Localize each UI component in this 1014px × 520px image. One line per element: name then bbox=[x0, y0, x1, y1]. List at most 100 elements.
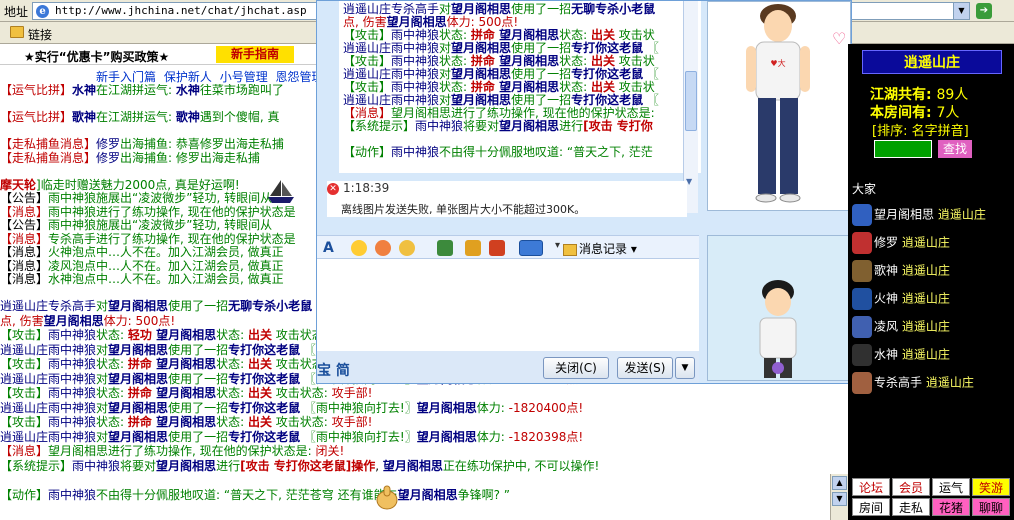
user-avatar-icon bbox=[852, 204, 872, 226]
nav-link[interactable]: 新手入门篇 bbox=[96, 70, 156, 84]
chat-segment: 雨中神狼 bbox=[415, 119, 464, 133]
chat-segment: 望月阁相思 bbox=[416, 400, 477, 415]
menu-item[interactable]: 走私 bbox=[892, 498, 930, 516]
chat-segment: 状态: bbox=[216, 386, 248, 400]
go-arrow-icon[interactable]: ➔ bbox=[976, 3, 992, 19]
chevron-down-icon[interactable]: ▼ bbox=[953, 3, 969, 19]
chat-segment: 雨中神狼 bbox=[391, 28, 440, 42]
user-avatar-icon bbox=[852, 344, 872, 366]
chat-segment: 对 bbox=[96, 400, 109, 415]
screenshot-icon[interactable] bbox=[519, 240, 543, 256]
chat-line: 摩天轮]临走时赠送魅力2000点, 真是好运啊! bbox=[0, 177, 240, 192]
chat-segment: 对 bbox=[439, 41, 452, 55]
user-list-item[interactable]: 凌风 逍遥山庄 bbox=[852, 316, 950, 338]
nav-link[interactable]: 小号管理 bbox=[220, 70, 268, 84]
scroll-thumb[interactable] bbox=[685, 71, 697, 131]
chat-segment: 使用了一招 bbox=[511, 41, 572, 55]
send-button[interactable]: 发送(S) bbox=[617, 357, 673, 379]
chat-line: 【消息】雨中神狼进行了练功操作, 现在他的保护状态是 bbox=[0, 205, 296, 219]
user-location: 逍遥山庄 bbox=[901, 347, 950, 362]
user-list-item[interactable]: 专杀高手 逍遥山庄 bbox=[852, 372, 974, 394]
address-url[interactable]: http://www.jhchina.net/chat/jhchat.asp bbox=[55, 4, 307, 17]
chat-line: 【消息】水神泡点中…人不在。加入江湖会员, 做真正 bbox=[0, 273, 284, 286]
user-avatar-icon bbox=[852, 372, 872, 394]
chevron-down-icon[interactable]: ▾ bbox=[555, 240, 561, 256]
chat-segment: 〖雨中神狼向打去!〗 bbox=[300, 429, 417, 444]
chat-segment: 状态: bbox=[559, 54, 591, 68]
gift-icon[interactable] bbox=[489, 240, 505, 256]
menu-item[interactable]: 房间 bbox=[852, 498, 890, 516]
chat-segment: 【动作】 bbox=[343, 145, 392, 159]
chat-segment: 【动作】 bbox=[0, 487, 49, 502]
chat-segment: 攻击状 bbox=[614, 54, 655, 68]
message-input[interactable] bbox=[317, 259, 699, 351]
user-avatar-icon bbox=[852, 316, 872, 338]
user-list-item[interactable]: 望月阁相思 逍遥山庄 bbox=[852, 204, 986, 226]
emoticon-icon[interactable] bbox=[375, 240, 391, 256]
page-scrollbar[interactable]: ▲ ▼ bbox=[830, 474, 848, 520]
menu-item[interactable]: 运气 bbox=[932, 478, 970, 496]
chat-segment: 【消息】 bbox=[343, 106, 392, 120]
message-history-button[interactable]: 消息记录 ▾ bbox=[563, 240, 637, 257]
user-name[interactable]: 专杀高手 bbox=[874, 376, 926, 390]
chat-segment: 火神泡点中…人不在。加入江湖会员, 做真正 bbox=[48, 245, 284, 259]
chat-segment: 望月阁相思 bbox=[151, 328, 217, 342]
user-name[interactable]: 火神 bbox=[874, 292, 902, 306]
qq-avatar-panel: ♥大 ♡ bbox=[707, 1, 853, 385]
chat-segment: 【公告】 bbox=[0, 191, 49, 205]
close-button[interactable]: 关闭(C) bbox=[543, 357, 609, 379]
sort-selector[interactable]: [排序: 名字拼音] bbox=[872, 120, 969, 139]
menu-item[interactable]: 会员 bbox=[892, 478, 930, 496]
user-list-item[interactable]: 火神 逍遥山庄 bbox=[852, 288, 950, 310]
music-icon[interactable] bbox=[465, 240, 481, 256]
send-options-icon[interactable]: ▼ bbox=[675, 357, 695, 379]
find-button[interactable]: 查找 bbox=[938, 140, 972, 158]
chat-segment: 点, 伤害 bbox=[343, 15, 387, 29]
image-icon[interactable] bbox=[437, 240, 453, 256]
links-label[interactable]: 链接 bbox=[28, 26, 52, 43]
chat-segment: 逍遥山庄 bbox=[0, 371, 49, 386]
chat-segment: 闭关! bbox=[315, 444, 345, 458]
address-label: 地址 bbox=[4, 5, 29, 19]
user-name[interactable]: 歌神 bbox=[874, 264, 902, 278]
chat-segment: 将要对 bbox=[120, 458, 157, 473]
everyone-label[interactable]: 大家 bbox=[852, 180, 876, 197]
search-input[interactable] bbox=[874, 140, 932, 158]
user-avatar-icon bbox=[852, 232, 872, 254]
scroll-up-icon[interactable]: ▲ bbox=[832, 476, 847, 490]
chat-line: 逍遥山庄雨中神狼对望月阁相思使用了一招专打你这老鼠 〖雨中神狼向打去!〗望月阁相… bbox=[0, 429, 583, 444]
user-list-item[interactable]: 歌神 逍遥山庄 bbox=[852, 260, 950, 282]
menu-item[interactable]: 聊聊 bbox=[972, 498, 1010, 516]
menu-item[interactable]: 笑游 bbox=[972, 478, 1010, 496]
chat-segment: 【走私捕鱼消息】 bbox=[0, 137, 97, 151]
chat-segment: 出关 bbox=[590, 80, 615, 94]
user-location: 逍遥山庄 bbox=[937, 207, 986, 222]
chat-line: 【公告】雨中神狼施展出“凌波微步”轻功, 转眼间从 bbox=[0, 219, 272, 232]
nav-link[interactable]: 保护新人 bbox=[164, 70, 212, 84]
menu-item[interactable]: 论坛 bbox=[852, 478, 890, 496]
chat-segment: 望月阁相思 bbox=[43, 313, 104, 328]
chat-line: 【攻击】雨中神狼状态: 拼命 望月阁相思状态: 出关 攻击状态: 攻手部! bbox=[0, 387, 372, 400]
user-list-item[interactable]: 水神 逍遥山庄 bbox=[852, 344, 950, 366]
qq-toolbar: A ▾ 消息记录 ▾ bbox=[317, 235, 699, 259]
menu-item[interactable]: 花猪 bbox=[932, 498, 970, 516]
user-list-item[interactable]: 修罗 逍遥山庄 bbox=[852, 232, 950, 254]
chat-segment: 出关 bbox=[247, 386, 272, 400]
user-name[interactable]: 望月阁相思 bbox=[874, 208, 938, 222]
user-name[interactable]: 凌风 bbox=[874, 320, 902, 334]
chat-segment: 望月阁相思 bbox=[451, 93, 512, 107]
promo-notice[interactable]: ★实行“优惠卡”购买政策★ bbox=[24, 48, 169, 65]
newbie-guide-button[interactable]: 新手指南 bbox=[216, 46, 294, 63]
smiley-icon[interactable] bbox=[351, 240, 367, 256]
user-name[interactable]: 水神 bbox=[874, 348, 902, 362]
chat-segment: ]临走时赠送魅力2000点, 真是好运啊! bbox=[36, 177, 240, 192]
chat-segment: 状态: bbox=[559, 28, 591, 42]
chat-segment: 出关 bbox=[590, 54, 615, 68]
wink-icon[interactable] bbox=[399, 240, 415, 256]
user-name[interactable]: 修罗 bbox=[874, 236, 902, 250]
chat-segment: 在江湖拼运气: bbox=[96, 84, 176, 97]
font-icon[interactable]: A bbox=[323, 240, 339, 256]
ime-indicator[interactable]: 宝 简 bbox=[317, 360, 350, 380]
scroll-down-icon[interactable]: ▼ bbox=[832, 492, 847, 506]
chat-segment: 状态: bbox=[439, 80, 471, 94]
